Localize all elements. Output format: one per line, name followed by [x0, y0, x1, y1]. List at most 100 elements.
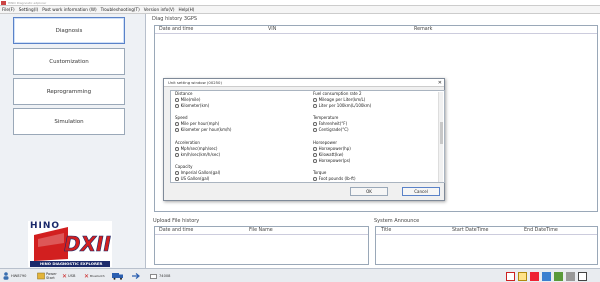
col-title[interactable]: Title: [381, 228, 391, 233]
ok-button[interactable]: OK: [350, 187, 388, 196]
battery-voltage: 74008: [150, 271, 170, 281]
pdf-icon[interactable]: [506, 271, 515, 281]
option-label: km/h/sec(km/h/sec): [180, 152, 221, 157]
logo-tagline: HINO DIAGNOSTIC EXPLORER: [40, 261, 103, 266]
group-fuel-consumption: Fuel consumption rate 2 Mileage per Lite…: [313, 91, 371, 109]
option-kmh[interactable]: Kilometer per hour(km/h): [175, 127, 231, 133]
col-upload-date-time[interactable]: Date and time: [159, 228, 193, 233]
radio-icon[interactable]: [175, 177, 179, 181]
option-us-gallon[interactable]: US Gallon(gal): [175, 176, 220, 182]
col-vin[interactable]: VIN: [268, 27, 276, 32]
power-icon: [37, 272, 45, 280]
col-date-time[interactable]: Date and time: [159, 27, 193, 32]
usb-status[interactable]: ✕ USB: [62, 271, 75, 281]
group-horsepower: Horsepower Horsepower(hp) Kilowatt(kw) H…: [313, 140, 351, 164]
exit-icon[interactable]: [578, 271, 587, 281]
group-temperature: Temperature Fahrenheit(°F) Centigrade(°C…: [313, 115, 349, 133]
disconnected-icon: ✕: [84, 272, 90, 280]
dialog-title: Unit setting window (00250): [168, 80, 222, 85]
dialog-title-bar: Unit setting window (00250): [164, 79, 444, 87]
voltage-value: 74008: [159, 274, 171, 278]
menu-file[interactable]: File(F): [0, 6, 17, 13]
option-kilometer[interactable]: Kilometer(km): [175, 103, 209, 109]
option-foot-pounds[interactable]: Foot pounds (lb-ft): [313, 176, 356, 182]
bluetooth-status[interactable]: ✕ Bluetooth: [84, 271, 105, 281]
system-announce-table[interactable]: Title Start DateTime End DateTime: [375, 226, 598, 265]
user-status[interactable]: HW8790: [3, 271, 26, 281]
diag-history-header-row: Date and time VIN Remark: [155, 26, 597, 34]
dialog-scrollbar[interactable]: [438, 92, 443, 182]
radio-icon[interactable]: [175, 153, 179, 157]
radio-icon[interactable]: [313, 177, 317, 181]
radio-icon[interactable]: [175, 104, 179, 108]
option-horsepower-ps[interactable]: Horsepower(ps): [313, 158, 351, 164]
link-status[interactable]: [132, 271, 141, 281]
option-centigrade[interactable]: Centigrade(°C): [313, 127, 349, 133]
reprogramming-button[interactable]: Reprogramming: [13, 78, 125, 105]
group-torque: Torque Foot pounds (lb-ft): [313, 170, 356, 182]
radio-icon[interactable]: [175, 171, 179, 175]
col-start-datetime[interactable]: Start DateTime: [452, 228, 488, 233]
radio-icon[interactable]: [313, 128, 317, 132]
option-label: Centigrade(°C): [318, 127, 349, 132]
diagnosis-button[interactable]: Diagnosis: [13, 17, 125, 44]
close-icon[interactable]: ✕: [438, 79, 442, 87]
option-label: Liter per 100km(L/100km): [318, 103, 372, 108]
hino-dxii-logo: HINO DXII HINO DIAGNOSTIC EXPLORER: [28, 221, 112, 267]
menu-setting[interactable]: Setting(I): [17, 6, 41, 13]
user-id: HW8790: [11, 274, 27, 278]
folder-icon[interactable]: [518, 271, 527, 281]
settings-icon[interactable]: [566, 271, 575, 281]
col-end-datetime[interactable]: End DateTime: [524, 228, 558, 233]
col-remark[interactable]: Remark: [414, 27, 432, 32]
group-speed: Speed Mile per hour(mph) Kilometer per h…: [175, 115, 231, 133]
option-kmh-sec[interactable]: km/h/sec(km/h/sec): [175, 152, 220, 158]
radio-icon[interactable]: [313, 104, 317, 108]
radio-icon[interactable]: [175, 98, 179, 102]
radio-icon[interactable]: [175, 128, 179, 132]
export-icon[interactable]: [554, 271, 563, 281]
help-icon[interactable]: [542, 271, 551, 281]
upload-history-title: Upload File history: [153, 218, 200, 224]
truck-status[interactable]: [112, 271, 124, 281]
menu-post-work-information[interactable]: Post work information (W): [40, 6, 98, 13]
disconnected-icon: ✕: [62, 272, 68, 280]
simulation-button[interactable]: Simulation: [13, 108, 125, 135]
radio-icon[interactable]: [175, 147, 179, 151]
customization-button[interactable]: Customization: [13, 48, 125, 75]
group-capacity: Capacity Imperial Gallon(gal) US Gallon(…: [175, 164, 220, 182]
radio-icon[interactable]: [313, 153, 317, 157]
user-icon: [3, 272, 9, 280]
bluetooth-label: Bluetooth: [90, 274, 105, 278]
radio-icon[interactable]: [313, 98, 317, 102]
radio-icon[interactable]: [313, 147, 317, 151]
menu-help[interactable]: Help(H): [176, 6, 196, 13]
option-liter-per-100km[interactable]: Liter per 100km(L/100km): [313, 103, 371, 109]
menu-troubleshooting[interactable]: Troubleshooting(T): [99, 6, 142, 13]
menu-version-info[interactable]: Version info(V): [142, 6, 177, 13]
scrollbar-thumb[interactable]: [440, 122, 443, 144]
col-file-name[interactable]: File Name: [249, 228, 273, 233]
upload-history-table[interactable]: Date and time File Name: [154, 226, 369, 265]
option-label: US Gallon(gal): [180, 176, 210, 181]
radio-icon[interactable]: [313, 159, 317, 163]
logo-brand: HINO: [30, 221, 61, 231]
system-announce-title: System Announce: [374, 218, 420, 224]
cancel-button[interactable]: Cancel: [402, 187, 440, 196]
info-icon[interactable]: [530, 271, 539, 281]
toolbar-icons: [506, 271, 587, 281]
upload-history-header-row: Date and time File Name: [155, 227, 368, 235]
arrow-icon: [132, 273, 140, 279]
radio-icon[interactable]: [175, 122, 179, 126]
power-start-label: Power Start: [46, 272, 57, 280]
option-label: Kilometer per hour(km/h): [180, 127, 232, 132]
logo-product: DXII: [64, 232, 112, 257]
usb-label: USB: [68, 274, 76, 278]
radio-icon[interactable]: [313, 122, 317, 126]
option-label: Foot pounds (lb-ft): [318, 176, 356, 181]
unit-options-area[interactable]: Distance Mile(mile) Kilometer(km) Speed …: [170, 90, 445, 183]
option-label: Kilometer(km): [180, 103, 210, 108]
unit-setting-dialog: Unit setting window (00250) ✕ Distance M…: [163, 78, 445, 201]
status-bar: HW8790 Power Start ✕ USB ✕ Bluetooth 740…: [0, 268, 600, 282]
power-start-status[interactable]: Power Start: [37, 271, 60, 281]
